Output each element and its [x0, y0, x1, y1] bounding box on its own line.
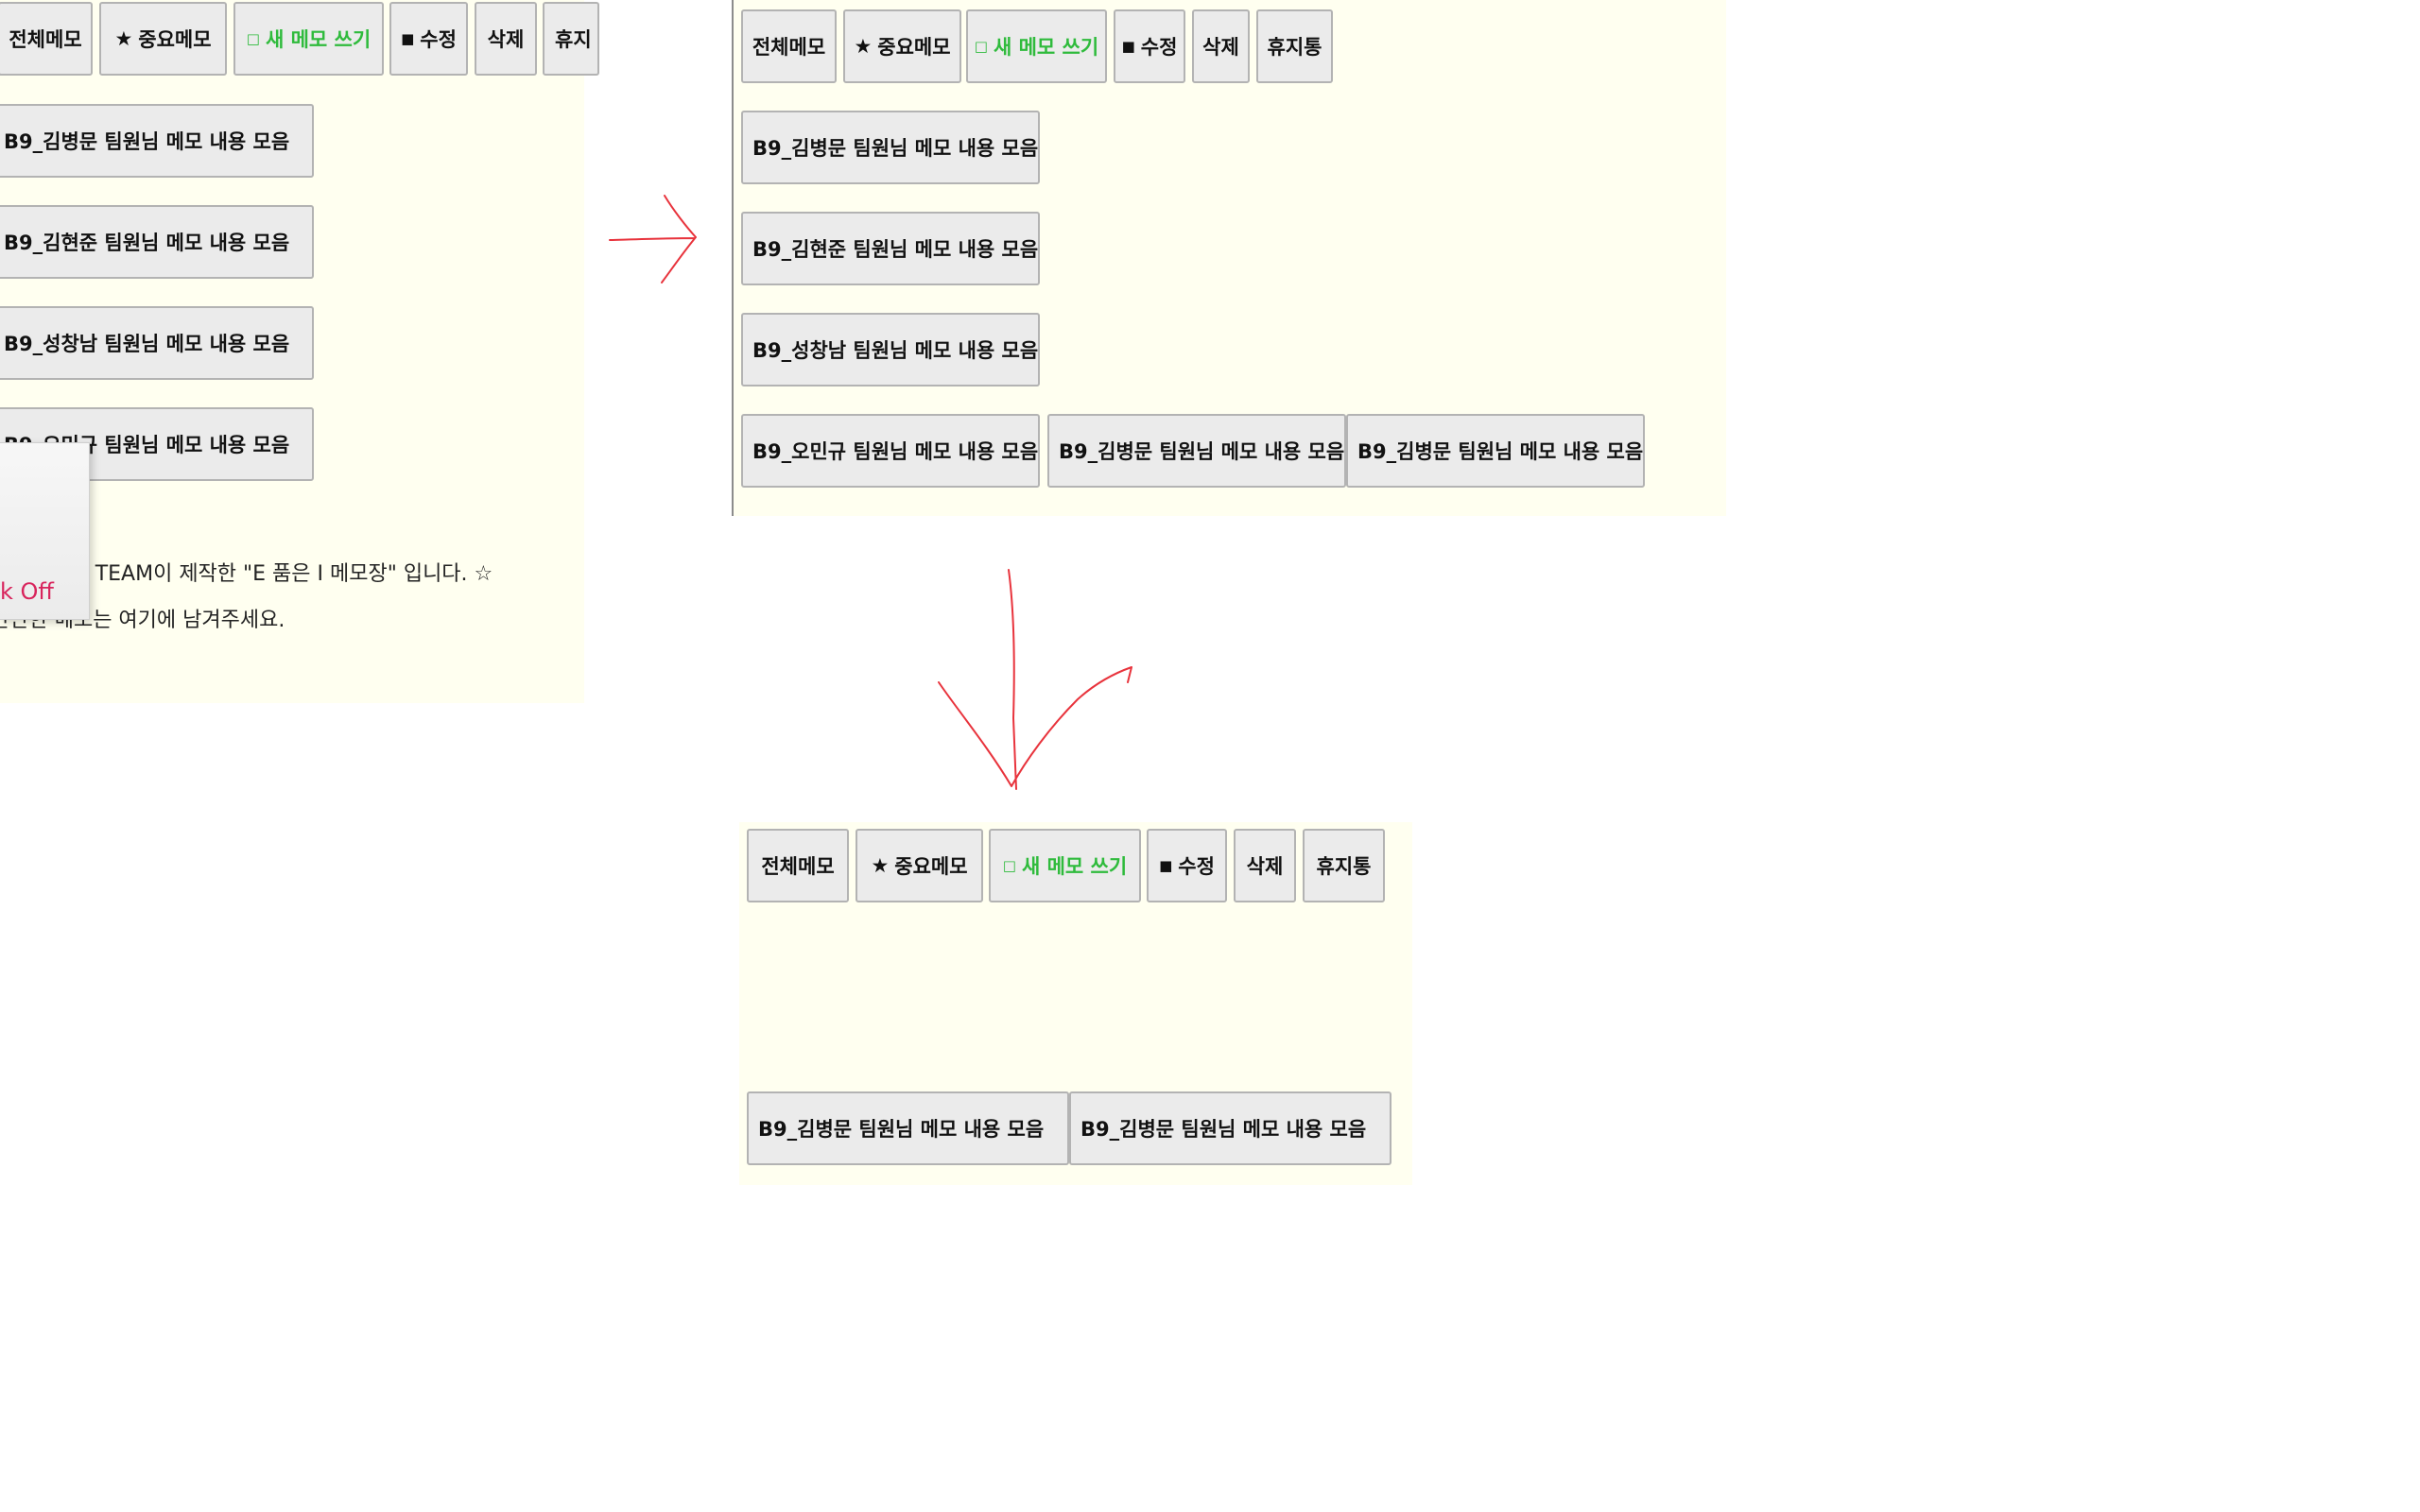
annotation-arrows — [609, 195, 1132, 790]
right-arrow-icon — [609, 195, 697, 284]
down-arrow-icon — [938, 569, 1132, 790]
